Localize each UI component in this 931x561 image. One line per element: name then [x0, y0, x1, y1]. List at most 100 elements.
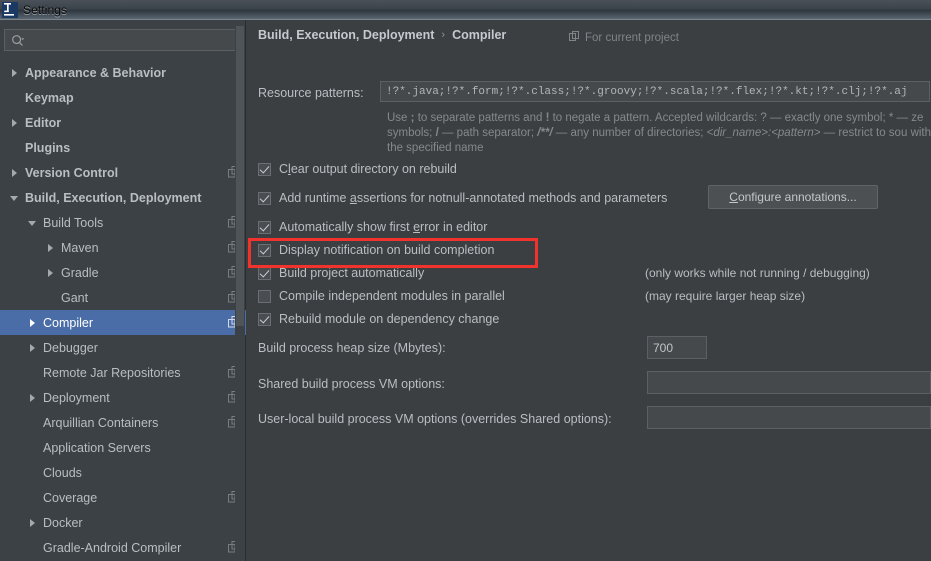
checkbox-build-project-automatically[interactable]: Build project automatically — [258, 266, 424, 280]
sidebar-item-label: Deployment — [43, 390, 110, 405]
window-titlebar: Settings — [0, 0, 931, 20]
sidebar-item-label: Coverage — [43, 490, 98, 505]
search-icon[interactable] — [11, 34, 25, 48]
checkbox-label: Build project automatically — [279, 266, 425, 280]
chevron-right-icon[interactable] — [8, 117, 20, 129]
chevron-right-icon[interactable] — [8, 67, 20, 79]
sidebar-item-clouds[interactable]: Clouds — [0, 460, 246, 485]
resource-patterns-label: Resource patterns: — [258, 86, 364, 100]
checkbox-box[interactable] — [258, 162, 271, 176]
checkbox-clear-output-directory[interactable]: Clear output directory on rebuild — [258, 162, 457, 176]
search-box[interactable] — [4, 29, 240, 51]
sidebar-item-plugins[interactable]: Plugins — [0, 135, 246, 160]
sidebar-item-deployment[interactable]: Deployment — [0, 385, 246, 410]
sidebar-item-label: Build Tools — [43, 215, 104, 230]
resource-patterns-input[interactable]: !?*.java;!?*.form;!?*.class;!?*.groovy;!… — [380, 81, 930, 102]
hint-seg-2: to separate patterns and — [414, 112, 546, 124]
sidebar-item-label: Clouds — [43, 465, 82, 480]
build-heap-size-input[interactable]: 700 — [647, 336, 707, 359]
chevron-down-icon[interactable] — [26, 217, 38, 229]
settings-content-pane: Build, Execution, Deployment › Compiler … — [247, 20, 931, 561]
configure-annotations-button[interactable]: Configure annotations... — [708, 185, 878, 209]
sidebar-item-label: Gant — [61, 290, 89, 305]
sidebar-item-maven[interactable]: Maven — [0, 235, 246, 260]
sidebar-item-label: Editor — [25, 115, 62, 130]
checkbox-display-notification[interactable]: Display notification on build completion — [258, 243, 494, 257]
sidebar-item-label: Docker — [43, 515, 83, 530]
note-only-works-while-not-running: (only works while not running / debuggin… — [645, 266, 870, 280]
project-scope-icon — [569, 31, 580, 45]
checkbox-rebuild-module-on-dependency-change[interactable]: Rebuild module on dependency change — [258, 312, 499, 326]
sidebar-item-label: Remote Jar Repositories — [43, 365, 181, 380]
sidebar-item-label: Plugins — [25, 140, 71, 155]
search-input[interactable] — [29, 30, 237, 50]
sidebar-item-docker[interactable]: Docker — [0, 510, 246, 535]
checkbox-label: Add runtime assertions for notnull-annot… — [279, 191, 668, 205]
sidebar-item-gradle-android-compiler[interactable]: Gradle-Android Compiler — [0, 535, 246, 560]
shared-vm-options-input[interactable] — [647, 371, 931, 394]
user-local-vm-options-input[interactable] — [647, 406, 931, 429]
checkbox-compile-independent-modules[interactable]: Compile independent modules in parallel — [258, 289, 505, 303]
hint-seg-4: symbols; — [387, 127, 436, 139]
sidebar-item-compiler[interactable]: Compiler — [0, 310, 246, 335]
build-heap-size-label: Build process heap size (Mbytes): — [258, 341, 446, 355]
hint-seg-3: to negate a pattern. Accepted wildcards:… — [549, 112, 924, 124]
configure-annotations-label: Configure annotations... — [729, 190, 857, 204]
chevron-down-icon[interactable] — [8, 192, 20, 204]
checkbox-box[interactable] — [258, 191, 271, 205]
sidebar-item-label: Maven — [61, 240, 99, 255]
search-field-wrapper — [4, 29, 240, 51]
sidebar-item-keymap[interactable]: Keymap — [0, 85, 246, 110]
for-current-project-text: For current project — [585, 32, 679, 44]
sidebar-scrollbar-track[interactable] — [235, 20, 245, 561]
checkbox-box[interactable] — [258, 266, 271, 280]
sidebar-item-coverage[interactable]: Coverage — [0, 485, 246, 510]
checkbox-box[interactable] — [258, 220, 271, 234]
sidebar-item-gradle[interactable]: Gradle — [0, 260, 246, 285]
checkbox-add-runtime-assertions[interactable]: Add runtime assertions for notnull-annot… — [258, 191, 667, 205]
sidebar-item-label: Version Control — [25, 165, 119, 180]
sidebar-item-label: Debugger — [43, 340, 98, 355]
breadcrumb-root[interactable]: Build, Execution, Deployment — [258, 28, 434, 42]
checkbox-box[interactable] — [258, 243, 271, 257]
chevron-right-icon[interactable] — [26, 317, 38, 329]
for-current-project-label: For current project — [569, 31, 679, 45]
sidebar-item-build-execution-deployment[interactable]: Build, Execution, Deployment — [0, 185, 246, 210]
hint-globstar: /**/ — [537, 127, 553, 139]
sidebar-item-label: Appearance & Behavior — [25, 65, 167, 80]
sidebar-item-application-servers[interactable]: Application Servers — [0, 435, 246, 460]
chevron-right-icon[interactable] — [44, 242, 56, 254]
sidebar-item-version-control[interactable]: Version Control — [0, 160, 246, 185]
sidebar-item-debugger[interactable]: Debugger — [0, 335, 246, 360]
sidebar-item-gant[interactable]: Gant — [0, 285, 246, 310]
shared-vm-options-label: Shared build process VM options: — [258, 377, 445, 391]
checkbox-box[interactable] — [258, 312, 271, 326]
sidebar-item-editor[interactable]: Editor — [0, 110, 246, 135]
checkbox-label: Compile independent modules in parallel — [279, 289, 505, 303]
sidebar-item-remote-jar-repositories[interactable]: Remote Jar Repositories — [0, 360, 246, 385]
hint-seg-7: — restrict to sou — [820, 127, 908, 139]
chevron-right-icon[interactable] — [26, 517, 38, 529]
hint-seg-5: — path separator; — [438, 127, 538, 139]
hint-seg-6: — any number of directories; — [552, 127, 707, 139]
hint-seg-1: Use — [387, 112, 411, 124]
sidebar-scrollbar-thumb[interactable] — [236, 26, 244, 326]
sidebar-item-label: Arquillian Containers — [43, 415, 159, 430]
resource-patterns-hint: Use ; to separate patterns and ! to nega… — [387, 111, 931, 156]
settings-tree[interactable]: Appearance & Behavior Keymap Editor Plugins… — [0, 60, 246, 561]
sidebar-item-arquillian-containers[interactable]: Arquillian Containers — [0, 410, 246, 435]
user-local-vm-options-label: User-local build process VM options (ove… — [258, 412, 612, 426]
sidebar-item-label: Gradle — [61, 265, 99, 280]
chevron-right-icon[interactable] — [26, 392, 38, 404]
sidebar-item-build-tools[interactable]: Build Tools — [0, 210, 246, 235]
breadcrumb: Build, Execution, Deployment › Compiler — [258, 28, 506, 42]
sidebar-item-appearance-behavior[interactable]: Appearance & Behavior — [0, 60, 246, 85]
chevron-right-icon[interactable] — [8, 167, 20, 179]
breadcrumb-separator-icon: › — [441, 29, 446, 41]
checkbox-box[interactable] — [258, 289, 271, 303]
hint-dirname: <dir_name>:<pattern> — [706, 127, 821, 139]
chevron-right-icon[interactable] — [44, 267, 56, 279]
checkbox-show-first-error[interactable]: Automatically show first error in editor — [258, 220, 487, 234]
settings-sidebar: Appearance & Behavior Keymap Editor Plugins… — [0, 20, 246, 561]
chevron-right-icon[interactable] — [26, 342, 38, 354]
